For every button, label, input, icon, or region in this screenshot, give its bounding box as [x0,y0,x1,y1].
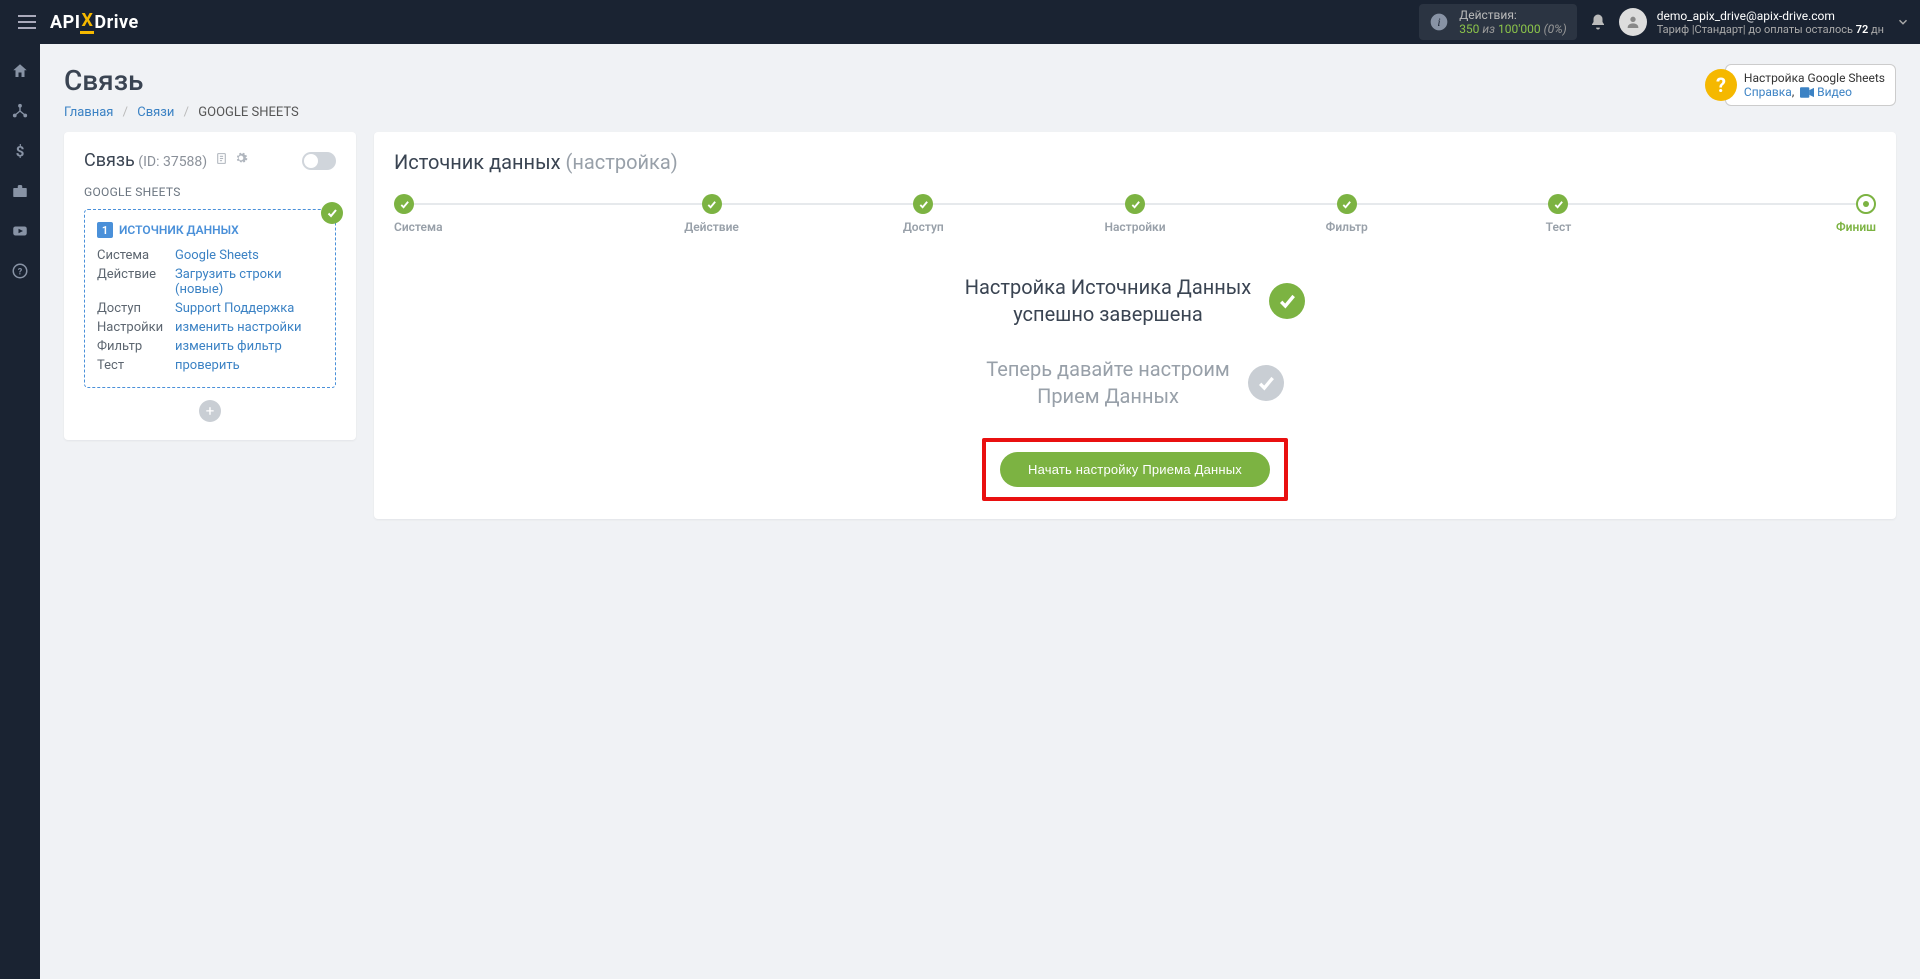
actions-counter[interactable]: i Действия: 350 из 100'000 (0%) [1419,4,1577,40]
help-ref-link[interactable]: Справка [1744,85,1792,99]
start-destination-setup-button[interactable]: Начать настройку Приема Данных [1000,452,1270,487]
source-row-key: Доступ [97,299,175,318]
step-label: Система [394,220,606,234]
source-row-key: Настройки [97,318,175,337]
svg-text:i: i [1438,16,1441,29]
gear-icon[interactable] [234,151,248,166]
side-id: (ID: 37588) [138,154,207,170]
connection-toggle[interactable] [302,152,336,170]
sidebar-help-icon[interactable]: ? [11,262,29,280]
source-row: Настройкиизменить настройки [97,318,323,337]
source-row-link[interactable]: изменить фильтр [175,339,282,354]
source-row: СистемаGoogle Sheets [97,246,323,265]
source-row-key: Фильтр [97,337,175,356]
next-step-message: Теперь давайте настроим Прием Данных [785,356,1485,410]
help-video-link[interactable]: Видео [1817,85,1852,99]
step-label: Тест [1453,220,1665,234]
help-title: Настройка Google Sheets [1744,71,1885,85]
source-number: 1 [97,222,113,238]
source-row-key: Тест [97,356,175,375]
user-menu[interactable]: demo_apix_drive@apix-drive.com Тариф |Ст… [1619,8,1884,36]
header: APIXDrive i Действия: 350 из 100'000 (0%… [0,0,1920,44]
source-row-link[interactable]: изменить настройки [175,320,302,335]
menu-toggle[interactable] [10,7,44,37]
step-финиш[interactable]: Финиш [1664,194,1876,234]
help-box: ? Настройка Google Sheets Справка, Видео [1705,64,1896,106]
sidebar-billing-icon[interactable]: $ [11,142,29,160]
check-icon [321,202,343,224]
step-label: Финиш [1664,220,1876,234]
stepper: СистемаДействиеДоступНастройкиФильтрТест… [394,194,1876,234]
logo-api: API [50,12,80,33]
step-настройки[interactable]: Настройки [1029,194,1241,234]
step-label: Действие [606,220,818,234]
source-row: ДоступSupport Поддержка [97,299,323,318]
side-title: Связь [84,150,135,171]
sidebar-video-icon[interactable] [11,222,29,240]
info-icon: i [1429,12,1449,32]
breadcrumb-links[interactable]: Связи [137,105,174,120]
copy-icon[interactable] [215,151,228,166]
logo[interactable]: APIXDrive [50,10,139,34]
user-email: demo_apix_drive@apix-drive.com [1657,9,1884,23]
breadcrumb-current: GOOGLE SHEETS [198,105,298,120]
actions-total: 100'000 [1498,22,1541,36]
source-box: 1ИСТОЧНИК ДАННЫХ СистемаGoogle SheetsДей… [84,209,336,388]
svg-text:$: $ [16,142,25,160]
sidebar-connections-icon[interactable] [11,102,29,120]
side-subtitle: GOOGLE SHEETS [84,185,336,199]
source-row-key: Действие [97,265,175,299]
step-доступ[interactable]: Доступ [817,194,1029,234]
actions-of: из [1482,22,1495,36]
source-row-link[interactable]: Support Поддержка [175,301,294,316]
step-система[interactable]: Система [394,194,606,234]
step-фильтр[interactable]: Фильтр [1241,194,1453,234]
source-row: Тестпроверить [97,356,323,375]
source-header: ИСТОЧНИК ДАННЫХ [119,223,239,237]
actions-used: 350 [1459,22,1479,36]
source-row-link[interactable]: проверить [175,358,240,373]
source-row: ДействиеЗагрузить строки (новые) [97,265,323,299]
cta-highlight: Начать настройку Приема Данных [982,438,1288,501]
source-row-link[interactable]: Загрузить строки (новые) [175,267,282,297]
help-question-icon[interactable]: ? [1705,69,1737,101]
check-pending-icon [1248,365,1284,401]
connection-side-card: Связь (ID: 37588) GOOGLE SHEETS 1 ИСТОЧНИ… [64,132,356,440]
sidebar-home-icon[interactable] [11,62,29,80]
breadcrumb: Главная / Связи / GOOGLE SHEETS [64,105,299,120]
source-row: Фильтризменить фильтр [97,337,323,356]
add-step-button[interactable]: + [199,400,221,422]
logo-drive: Drive [94,12,138,33]
main-card: Источник данных (настройка) СистемаДейст… [374,132,1896,519]
sidebar: $ ? [0,44,40,979]
source-row-key: Система [97,246,175,265]
breadcrumb-home[interactable]: Главная [64,105,113,120]
check-icon [1269,283,1305,319]
notifications-icon[interactable] [1589,13,1607,31]
svg-text:?: ? [18,267,23,277]
avatar [1619,8,1647,36]
actions-label: Действия: [1459,8,1517,22]
logo-x: X [80,10,94,34]
main-card-title: Источник данных (настройка) [394,150,1876,174]
step-действие[interactable]: Действие [606,194,818,234]
actions-pct: (0%) [1544,22,1567,36]
step-label: Доступ [817,220,1029,234]
page-title: Связь [64,64,299,97]
step-label: Фильтр [1241,220,1453,234]
chevron-down-icon[interactable] [1896,15,1910,29]
step-тест[interactable]: Тест [1453,194,1665,234]
source-table: СистемаGoogle SheetsДействиеЗагрузить ст… [97,246,323,375]
success-message: Настройка Источника Данных успешно завер… [785,274,1485,328]
sidebar-briefcase-icon[interactable] [11,182,29,200]
source-row-link[interactable]: Google Sheets [175,248,259,263]
video-icon [1800,85,1817,99]
user-tariff: Тариф |Стандарт| до оплаты осталось 72 д… [1657,23,1884,36]
step-label: Настройки [1029,220,1241,234]
